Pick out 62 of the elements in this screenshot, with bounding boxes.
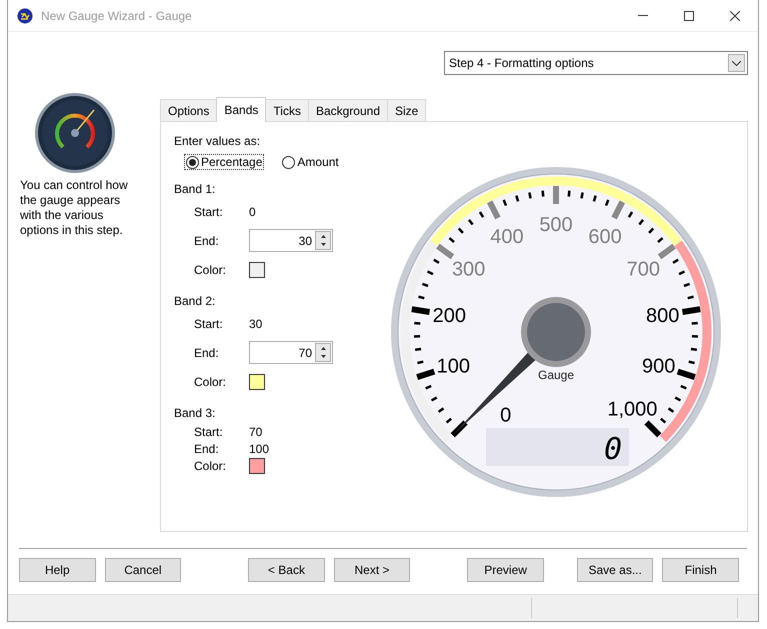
- tab[interactable]: Bands: [216, 97, 266, 122]
- band-heading: Band 3:: [174, 406, 216, 420]
- window-title: New Gauge Wizard - Gauge: [41, 8, 193, 22]
- up-arrow-icon[interactable]: [320, 234, 326, 238]
- scale-label: 300: [452, 258, 486, 281]
- scale-label: 600: [588, 226, 622, 248]
- color-swatch[interactable]: [249, 458, 265, 474]
- end-spin-field[interactable]: 30: [249, 229, 333, 252]
- band-heading: Band 1:: [174, 182, 216, 196]
- dialog-button[interactable]: Preview: [467, 558, 544, 582]
- start-value: 70: [249, 424, 262, 438]
- tab[interactable]: Ticks: [265, 99, 309, 121]
- caret-icon: [732, 60, 741, 66]
- field-label: End:: [194, 442, 220, 456]
- scale-label: 400: [490, 226, 524, 248]
- field-label: Start:: [194, 204, 224, 218]
- scale-label: 1,000: [607, 398, 658, 420]
- app-icon: [17, 8, 33, 24]
- field-label: Color:: [194, 458, 228, 472]
- dialog-button[interactable]: Finish: [662, 558, 740, 582]
- end-value: 100: [249, 442, 270, 456]
- dialog-button[interactable]: Save as...: [576, 558, 654, 582]
- readout-value: 0: [604, 432, 622, 467]
- band-heading: Band 2:: [174, 294, 216, 308]
- needle-hub: [521, 297, 591, 367]
- start-value: 0: [249, 204, 256, 218]
- field-label: Start:: [194, 424, 224, 438]
- step-description: You can control how the gauge appears with the various options in this step.: [20, 178, 129, 238]
- scale-label: 900: [642, 355, 676, 378]
- close-icon[interactable]: [730, 10, 740, 20]
- end-spin-field[interactable]: 70: [249, 341, 333, 364]
- scale-label: 100: [436, 355, 470, 378]
- radio-option[interactable]: Percentage: [184, 154, 264, 170]
- field-label: Enter values as:: [174, 134, 262, 148]
- gauge-caption: Gauge: [538, 368, 574, 382]
- field-label: Color:: [194, 374, 228, 388]
- dialog-button[interactable]: Cancel: [104, 558, 182, 582]
- scale-label: 800: [646, 305, 680, 328]
- field-label: End:: [194, 346, 220, 360]
- color-swatch[interactable]: [249, 374, 265, 390]
- step-dropdown[interactable]: Step 4 - Formatting options: [444, 51, 748, 75]
- scale-label: 500: [539, 214, 573, 236]
- scale-label: 700: [626, 258, 660, 281]
- tab[interactable]: Background: [308, 99, 388, 121]
- field-label: End:: [194, 234, 220, 248]
- tab[interactable]: Options: [160, 99, 218, 121]
- start-value: 30: [249, 316, 262, 330]
- up-arrow-icon[interactable]: [320, 346, 326, 350]
- down-arrow-icon[interactable]: [320, 355, 326, 358]
- down-arrow-icon[interactable]: [320, 243, 326, 246]
- dialog-button[interactable]: < Back: [248, 558, 325, 582]
- scale-label: 200: [432, 305, 466, 328]
- gauge-icon: [34, 92, 116, 174]
- scale-label: 0: [500, 404, 512, 426]
- field-label: Color:: [194, 262, 228, 276]
- tab[interactable]: Size: [387, 99, 426, 121]
- dialog-button[interactable]: Help: [19, 558, 96, 582]
- dialog-button[interactable]: Next >: [334, 558, 410, 582]
- field-label: Start:: [194, 316, 224, 330]
- color-swatch[interactable]: [249, 262, 265, 278]
- maximize-icon[interactable]: [684, 10, 694, 20]
- radio-option[interactable]: Amount: [280, 154, 341, 170]
